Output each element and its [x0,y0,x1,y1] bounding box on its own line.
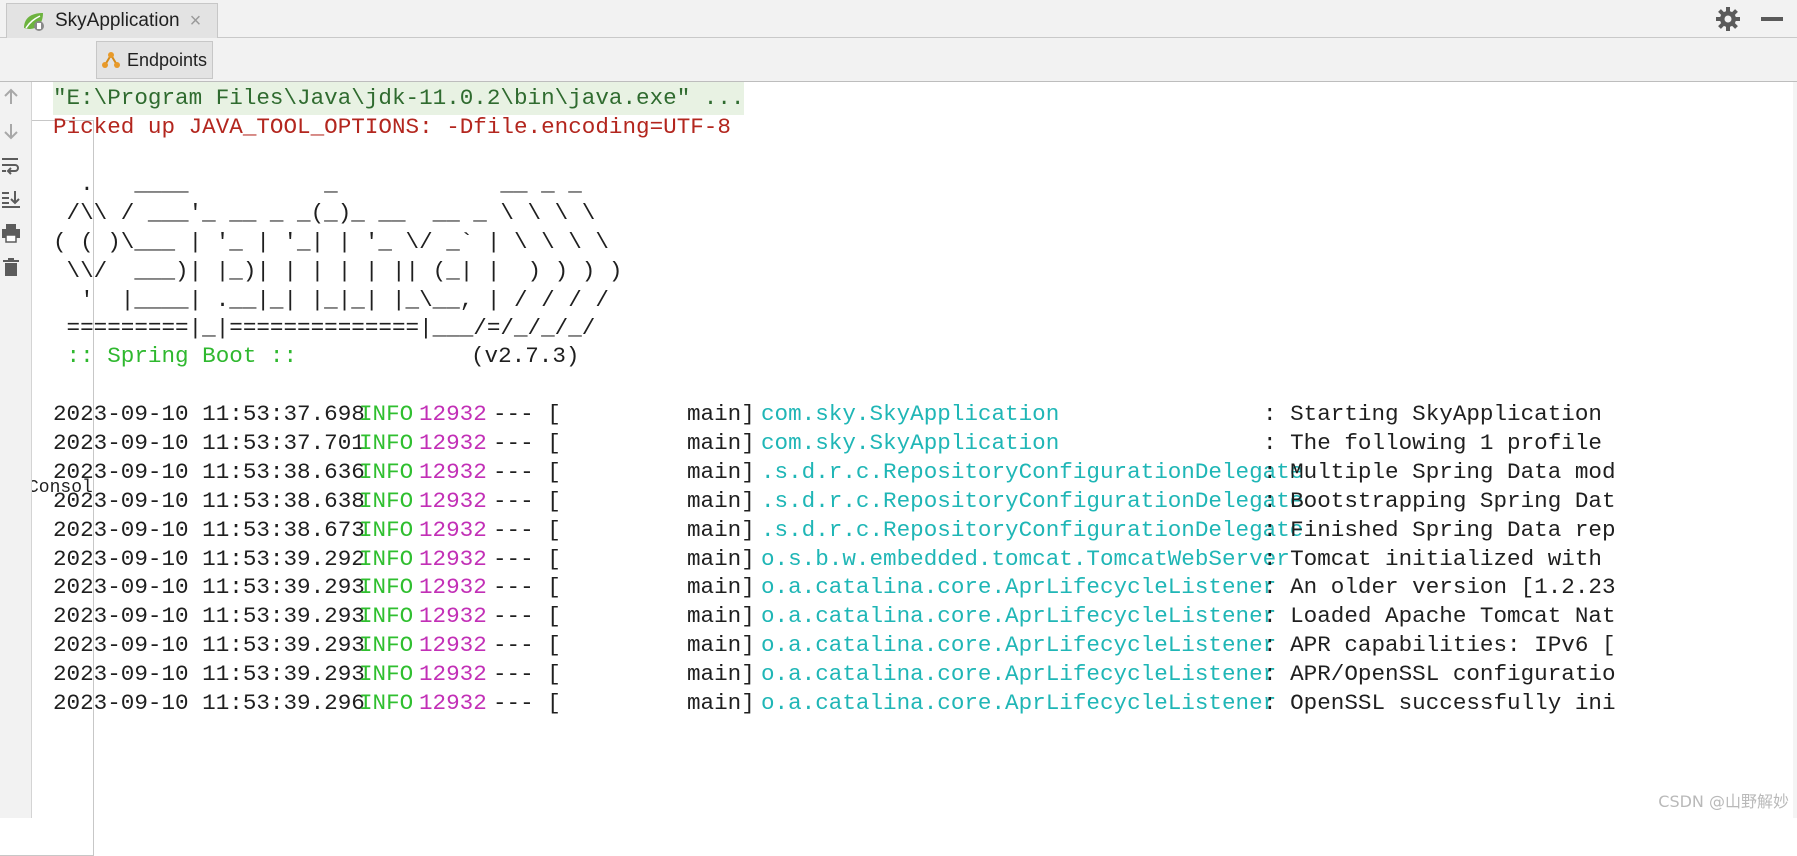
watermark: CSDN @山野解妙 [1658,792,1789,811]
console-output[interactable]: "E:\Program Files\Java\jdk-11.0.2\bin\ja… [33,82,1797,818]
spring-boot-label: :: Spring Boot :: [53,343,298,369]
scrollbar-track[interactable] [1793,82,1797,818]
spring-leaf-icon [24,13,44,31]
log-level: INFO [359,690,414,716]
log-pid: 12932 [419,690,487,716]
run-tab-skyapplication[interactable]: SkyApplication × [6,3,218,38]
close-icon[interactable]: × [190,11,202,31]
console-toolbar [0,82,32,818]
down-arrow-icon[interactable] [0,120,22,142]
spring-boot-version: (v2.7.3) [471,343,580,369]
gear-icon[interactable] [1715,6,1741,32]
up-arrow-icon[interactable] [0,86,22,108]
log-logger[interactable]: o.a.catalina.core.AprLifecycleListener [761,687,1276,720]
minimize-icon[interactable] [1761,17,1783,21]
log-thread: main] [687,690,755,716]
print-icon[interactable] [0,222,22,244]
soft-wrap-icon[interactable] [0,154,22,176]
run-tab-label: SkyApplication [55,10,180,31]
header-actions [1715,0,1797,38]
run-tool-window-header: SkyApplication × [0,0,1797,38]
trash-icon[interactable] [0,256,22,278]
scroll-to-end-icon[interactable] [0,188,22,210]
tab-endpoints-label: Endpoints [127,49,208,70]
log-message: : OpenSSL successfully ini [1263,690,1616,716]
log-separator: --- [ [493,690,561,716]
tool-options-line: Picked up JAVA_TOOL_OPTIONS: -Dfile.enco… [53,114,731,140]
log-timestamp: 2023-09-10 11:53:39.296 [53,690,365,716]
log-row: 2023-09-10 11:53:39.296 INFO 12932 --- [ mai… [53,687,1797,720]
run-sub-tabs: Console Endpoints [0,38,1797,856]
endpoints-icon [102,52,120,68]
spring-boot-version-line: :: Spring Boot :: (v2.7.3) [53,340,583,373]
tab-endpoints[interactable]: Endpoints [96,41,213,79]
